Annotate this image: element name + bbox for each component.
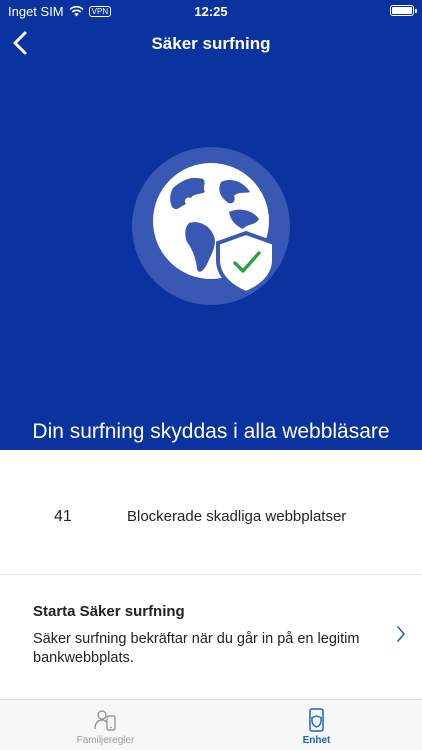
family-rules-icon bbox=[93, 710, 116, 731]
navigation-bar: Säker surfning bbox=[0, 26, 422, 60]
device-shield-icon bbox=[308, 708, 324, 732]
feature-description: Säker surfning bekräftar när du går in p… bbox=[33, 631, 360, 666]
tab-device[interactable]: Enhet bbox=[211, 700, 422, 750]
tab-device-label: Enhet bbox=[302, 735, 331, 746]
start-safe-browsing-row[interactable]: Starta Säker surfning Säker surfning bek… bbox=[0, 575, 422, 699]
battery-icon bbox=[390, 5, 414, 16]
blocked-sites-label: Blockerade skadliga webbplatser bbox=[127, 508, 347, 525]
globe-shield-illustration bbox=[132, 147, 290, 305]
tab-bar: Familjeregler Enhet bbox=[0, 699, 422, 750]
status-bar: Inget SIM VPN 12:25 bbox=[0, 0, 422, 22]
battery-tip bbox=[415, 9, 417, 13]
tab-family-rules[interactable]: Familjeregler bbox=[0, 700, 211, 750]
page-title: Säker surfning bbox=[151, 34, 271, 53]
hero-headline: Din surfning skyddas i alla webbläsare bbox=[32, 420, 390, 443]
hero-section: Inget SIM VPN 12:25 Säker surfning Din s… bbox=[0, 0, 422, 450]
blocked-sites-count: 41 bbox=[54, 508, 72, 525]
tab-family-rules-label: Familjeregler bbox=[76, 735, 135, 746]
status-time: 12:25 bbox=[194, 4, 228, 19]
blocked-sites-stat: 41 Blockerade skadliga webbplatser bbox=[0, 450, 422, 575]
feature-title: Starta Säker surfning bbox=[33, 603, 185, 620]
chevron-right-icon bbox=[397, 626, 405, 642]
